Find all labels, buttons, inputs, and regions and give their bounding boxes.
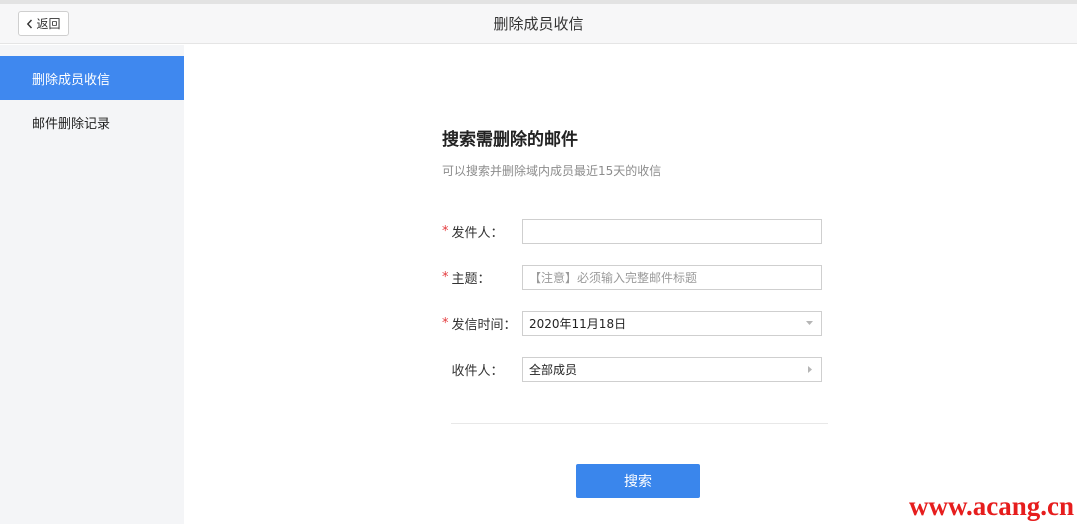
subject-label: * 主题： [442,265,491,290]
recipient-label: * 收件人： [442,357,504,382]
sender-label-text: 发件人： [451,226,504,241]
sidebar-item-label: 邮件删除记录 [32,116,111,132]
back-button[interactable]: 返回 [18,11,69,36]
page-header: 删除成员收信 返回 [0,4,1077,44]
form-divider [451,423,828,424]
sidebar-item-label: 删除成员收信 [32,72,111,88]
search-button[interactable]: 搜索 [576,464,700,498]
sidebar: 删除成员收信 邮件删除记录 [0,45,184,524]
page-title: 删除成员收信 [493,15,584,33]
section-title: 搜索需删除的邮件 [442,130,578,150]
sender-label: * 发件人： [442,219,504,244]
sender-input[interactable] [522,219,822,244]
recipient-label-text: 收件人： [451,364,504,379]
caret-down-icon [806,321,813,326]
recipient-value: 全部成员 [529,363,578,377]
send-time-value: 2020年11月18日 [529,317,627,331]
send-time-select[interactable]: 2020年11月18日 [522,311,822,336]
subject-input[interactable] [522,265,822,290]
send-time-label-text: 发信时间： [451,318,517,333]
chevron-left-icon [26,19,33,29]
send-time-label: * 发信时间： [442,311,517,336]
sidebar-item-deletion-records[interactable]: 邮件删除记录 [0,100,184,144]
required-mark: * [442,224,449,239]
watermark-text: www.acang.cn [909,491,1075,521]
required-mark: * [442,270,449,285]
back-button-label: 返回 [36,17,61,31]
caret-right-icon [808,366,813,373]
subject-label-text: 主题： [451,272,491,287]
required-mark: * [442,316,449,331]
recipient-select[interactable]: 全部成员 [522,357,822,382]
sidebar-item-delete-member-mail[interactable]: 删除成员收信 [0,56,184,100]
main-panel: 搜索需删除的邮件 可以搜索并删除域内成员最近15天的收信 * 发件人： * 主题… [184,45,1077,524]
section-subtitle: 可以搜索并删除域内成员最近15天的收信 [442,164,662,178]
